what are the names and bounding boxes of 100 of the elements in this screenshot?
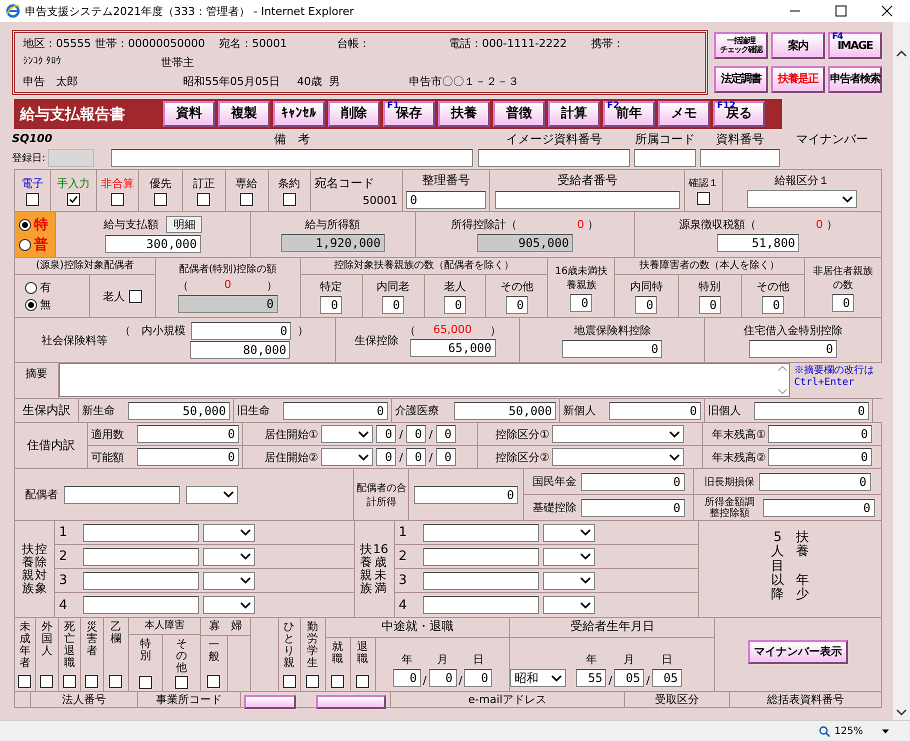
label: 確認１ (688, 176, 719, 190)
input-field[interactable]: 0 (580, 472, 684, 490)
vertical-label: 16歳未満 (372, 542, 388, 596)
vertical-label: 外国人 (41, 621, 52, 658)
label: 年 (401, 652, 412, 667)
detail-button[interactable]: 明細 (166, 216, 202, 233)
label: 可能額 (91, 450, 124, 464)
input-field[interactable]: 0 (768, 448, 872, 466)
action-button[interactable]: 一括論理 チェック確認 (714, 32, 768, 59)
action-button[interactable]: F4 IMAGE (828, 32, 882, 59)
input-field[interactable]: 50,000 (128, 402, 230, 420)
input-field[interactable]: 0 (283, 402, 388, 420)
column-header: 事業所コード (156, 692, 222, 707)
toolbar-button[interactable]: 資料 (163, 101, 215, 127)
atena-code-value: 50001 (362, 194, 398, 206)
toolbar-button[interactable]: 扶養 (438, 101, 490, 127)
input-field[interactable]: 300,000 (104, 235, 201, 253)
input-field[interactable]: 80,000 (190, 340, 290, 358)
input-field[interactable]: 50,000 (454, 402, 556, 420)
input-field[interactable]: 0 (406, 448, 426, 466)
input-field[interactable]: 0 (758, 472, 870, 490)
label: 住宅借入金特別控除 (744, 322, 843, 338)
input-field[interactable]: 0 (406, 425, 426, 443)
input-field[interactable]: 0 (406, 191, 486, 209)
label: 居住開始① (264, 426, 318, 442)
input-field[interactable]: 05 (614, 669, 644, 687)
label: ） (588, 218, 599, 231)
label: (源泉)控除対象配偶者 (36, 258, 134, 272)
toolbar-button[interactable]: 削除 (328, 101, 380, 127)
toolbar-button[interactable]: 普徴 (493, 101, 545, 127)
label: 社会保険料等 (41, 332, 108, 348)
input-field[interactable]: 0 (609, 402, 701, 420)
input-field[interactable]: 0 (376, 425, 396, 443)
label: （ (178, 278, 189, 293)
toolbar-button[interactable]: ｷｬﾝｾﾙ (273, 101, 325, 127)
mynumber-button[interactable]: マイナンバー表示 (748, 640, 848, 664)
label: ） (266, 278, 278, 293)
input-field[interactable]: 0 (754, 402, 869, 420)
toolbar-button[interactable]: 複製 (218, 101, 270, 127)
label: 特定 (320, 278, 342, 294)
action-button[interactable]: 申告者検索 (828, 66, 882, 92)
action-button[interactable]: 法定調書 (714, 66, 768, 92)
label: 老人 (444, 278, 466, 294)
input-field[interactable]: 0 (444, 296, 466, 314)
label: 受給者番号 (557, 172, 618, 189)
input-field[interactable]: 05 (652, 669, 682, 687)
flag-label: 非合算 (100, 176, 134, 190)
input-field[interactable]: 0 (191, 322, 292, 340)
input-field[interactable]: 0 (436, 448, 456, 466)
label: その他 (500, 278, 534, 294)
label: 生保控除 (354, 332, 398, 348)
vertical-label: 未成年者 (19, 621, 30, 670)
input-field[interactable]: 0 (506, 296, 528, 314)
label: 配偶者 (25, 487, 58, 502)
input-field[interactable]: 55 (576, 669, 606, 687)
flag-label: 専給 (236, 176, 258, 190)
input-field[interactable]: 0 (635, 296, 658, 314)
date-separator: / (428, 450, 433, 464)
input-field[interactable]: 0 (137, 448, 239, 466)
input-field[interactable]: 0 (768, 425, 872, 443)
vertical-label: 扶養 (796, 531, 810, 560)
toolbar-button[interactable]: F12 戻る (713, 101, 765, 127)
input-field[interactable]: 0 (698, 296, 721, 314)
kana-name: ｼﾝｺｸ ﾀﾛｳ (23, 55, 62, 69)
input-field[interactable]: 0 (382, 296, 404, 314)
action-button[interactable]: 案内 (771, 32, 825, 59)
input-field[interactable]: 0 (562, 340, 662, 358)
label: 備 考 (274, 131, 310, 148)
label: 給与所得額 (305, 217, 360, 232)
input-field[interactable]: 51,800 (717, 234, 800, 252)
input-field[interactable]: 0 (392, 669, 421, 687)
age: 40歳 (297, 74, 323, 89)
action-button[interactable]: 扶養是正 (771, 66, 825, 92)
label: 旧長期損保 (704, 476, 754, 488)
input-field[interactable]: 0 (376, 448, 396, 466)
input-field[interactable]: 0 (762, 296, 784, 314)
input-field[interactable]: 0 (832, 294, 854, 312)
toolbar-button[interactable]: 計算 (548, 101, 600, 127)
toolbar-button[interactable]: メモ (658, 101, 710, 127)
input-field[interactable]: 0 (464, 669, 492, 687)
input-field[interactable]: 0 (762, 498, 874, 516)
input-field[interactable]: 0 (137, 425, 239, 443)
input-field[interactable]: 0 (749, 340, 838, 358)
label: 65,000 (433, 323, 472, 338)
input-field[interactable]: 0 (580, 498, 684, 516)
label: 控除区分① (496, 426, 550, 442)
input-field[interactable]: 0 (436, 425, 456, 443)
input-field[interactable]: 0 (320, 296, 342, 314)
input-field[interactable]: 0 (414, 486, 518, 504)
input-field[interactable]: 0 (428, 669, 457, 687)
label: その他 (756, 278, 790, 294)
input-field[interactable]: 0 (178, 295, 278, 313)
input-field[interactable]: 1,920,000 (280, 234, 385, 252)
input-field[interactable]: 905,000 (476, 234, 573, 252)
input-field[interactable]: 0 (570, 294, 592, 312)
birth-date: 昭和55年05月05日 (183, 74, 281, 89)
label: 老人 (102, 288, 125, 304)
label: 世帯主 (161, 55, 194, 70)
input-field[interactable]: 65,000 (410, 339, 496, 357)
dropdown[interactable]: 昭和 (510, 669, 566, 687)
